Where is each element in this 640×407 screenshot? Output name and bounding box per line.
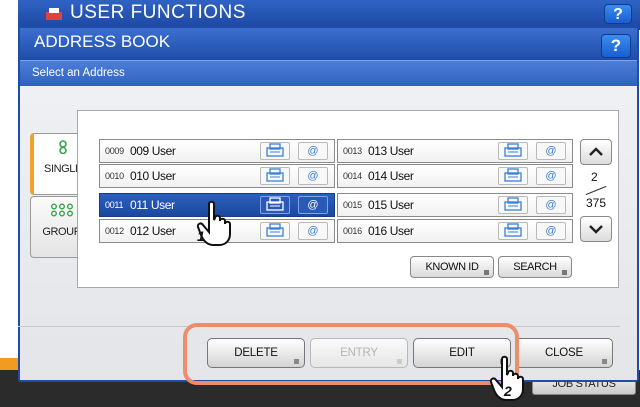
address-entry-0010[interactable]: 0010 010 User @ — [99, 164, 335, 188]
fax-icon[interactable] — [260, 167, 290, 185]
entry-number: 0011 — [105, 200, 124, 210]
entry-number: 0012 — [105, 226, 124, 236]
tap-pointer-step-1: 1 — [195, 200, 235, 248]
search-button[interactable]: SEARCH — [498, 256, 572, 278]
page-total: 375 — [586, 196, 607, 210]
step-1-number: 1 — [197, 228, 205, 244]
user-functions-title: USER FUNCTIONS — [70, 2, 246, 23]
dialog-instruction: Select an Address — [32, 67, 125, 79]
button-corner-marker — [602, 359, 607, 364]
entry-number: 0013 — [343, 146, 362, 156]
dialog-instruction-bar: Select an Address — [20, 60, 637, 86]
button-corner-marker — [562, 270, 567, 275]
button-corner-marker — [484, 270, 489, 275]
tap-pointer-step-2: 2 — [488, 355, 528, 403]
entry-number: 0014 — [343, 171, 362, 181]
fax-icon[interactable] — [260, 142, 290, 160]
fax-icon[interactable] — [260, 196, 290, 214]
printer-logo-icon — [46, 8, 62, 20]
address-entry-0015[interactable]: 0015 015 User @ — [337, 193, 573, 217]
entry-number: 0015 — [343, 200, 362, 210]
email-icon[interactable]: @ — [298, 142, 328, 160]
email-icon[interactable]: @ — [298, 222, 328, 240]
address-entry-0009[interactable]: 0009 009 User @ — [99, 139, 335, 163]
email-icon[interactable]: @ — [536, 196, 566, 214]
entry-name: 010 User — [130, 169, 176, 183]
fax-icon[interactable] — [498, 222, 528, 240]
dialog-titlebar: ADDRESS BOOK ? — [20, 28, 637, 60]
dialog-help-button[interactable]: ? — [601, 34, 631, 58]
step-2-number: 2 — [504, 383, 512, 399]
entry-name: 009 User — [130, 144, 176, 158]
scroll-up-button[interactable] — [580, 139, 612, 165]
search-label: SEARCH — [513, 261, 557, 273]
chevron-down-icon — [589, 225, 603, 234]
fax-icon[interactable] — [498, 142, 528, 160]
chevron-up-icon — [589, 147, 603, 156]
email-icon[interactable]: @ — [536, 142, 566, 160]
known-id-label: KNOWN ID — [425, 261, 479, 273]
entry-name: 016 User — [368, 224, 414, 238]
address-entry-0016[interactable]: 0016 016 User @ — [337, 219, 573, 243]
email-icon[interactable]: @ — [298, 196, 328, 214]
close-button[interactable]: CLOSE — [515, 338, 613, 368]
entry-name: 014 User — [368, 169, 414, 183]
known-id-button[interactable]: KNOWN ID — [410, 256, 494, 278]
entry-number: 0016 — [343, 226, 362, 236]
email-icon[interactable]: @ — [298, 167, 328, 185]
entry-name: 013 User — [368, 144, 414, 158]
entry-name: 011 User — [130, 198, 175, 212]
entry-number: 0009 — [105, 146, 124, 156]
address-entry-0013[interactable]: 0013 013 User @ — [337, 139, 573, 163]
user-functions-help-button[interactable]: ? — [604, 4, 632, 24]
fax-icon[interactable] — [498, 167, 528, 185]
page-current: 2 — [591, 170, 598, 184]
scroll-down-button[interactable] — [580, 216, 612, 242]
email-icon[interactable]: @ — [536, 167, 566, 185]
callout-highlight-ring — [183, 323, 519, 385]
fax-icon[interactable] — [498, 196, 528, 214]
email-icon[interactable]: @ — [536, 222, 566, 240]
dialog-title: ADDRESS BOOK — [34, 32, 171, 51]
entry-name: 015 User — [368, 198, 414, 212]
tab-group-label: GROUP — [42, 226, 81, 238]
close-label: CLOSE — [545, 347, 583, 359]
entry-name: 012 User — [130, 224, 176, 238]
address-entry-0014[interactable]: 0014 014 User @ — [337, 164, 573, 188]
fax-icon[interactable] — [260, 222, 290, 240]
entry-number: 0010 — [105, 171, 124, 181]
